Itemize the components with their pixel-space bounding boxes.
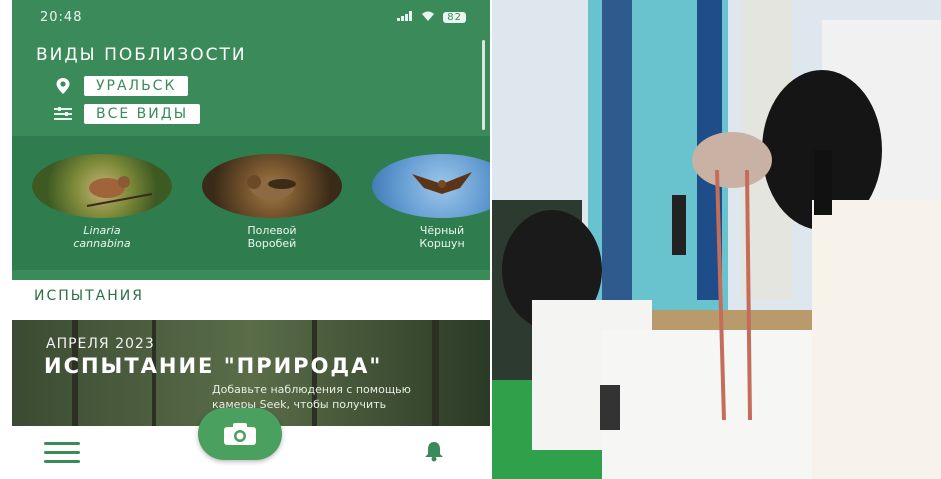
species-label-sparrow: Полевой Воробей xyxy=(202,224,342,250)
phone-screenshot: 20:48 82 ВИДЫ ПОБЛИЗОСТИ УРАЛЬСК ВСЕ ВИД… xyxy=(12,0,490,479)
status-icons: 82 xyxy=(397,10,466,25)
menu-button[interactable] xyxy=(44,442,80,469)
species-name-line2: cannabina xyxy=(73,237,131,250)
challenge-date: АПРЕЛЯ 2023 xyxy=(46,336,155,352)
camera-icon xyxy=(224,423,256,445)
location-row[interactable]: УРАЛЬСК xyxy=(54,76,189,96)
bird-icon xyxy=(412,172,472,194)
signal-icon xyxy=(397,10,413,25)
bird-icon xyxy=(247,175,296,199)
species-name-line2: Воробей xyxy=(247,237,297,250)
scrollbar[interactable] xyxy=(482,40,485,130)
species-label-kite: Чёрный Коршун xyxy=(372,224,490,250)
bird-icon xyxy=(86,176,153,207)
status-time: 20:48 xyxy=(40,10,83,25)
header-panel: 20:48 82 ВИДЫ ПОБЛИЗОСТИ УРАЛЬСК ВСЕ ВИД… xyxy=(12,0,490,280)
species-carousel[interactable]: Linaria cannabina Полевой Воробей Чёрный… xyxy=(12,136,490,270)
location-pin-icon xyxy=(54,77,72,95)
filter-row[interactable]: ВСЕ ВИДЫ xyxy=(54,104,201,124)
species-name-line1: Чёрный xyxy=(419,224,465,237)
camera-button[interactable] xyxy=(198,408,282,460)
challenge-title: ИСПЫТАНИЕ "ПРИРОДА" xyxy=(44,354,383,378)
battery-icon: 82 xyxy=(443,12,466,23)
status-bar: 20:48 82 xyxy=(30,8,472,28)
species-card-sparrow[interactable] xyxy=(202,154,342,218)
filter-icon xyxy=(54,105,72,123)
trials-heading: ИСПЫТАНИЯ xyxy=(34,288,144,304)
species-filter-button[interactable]: ВСЕ ВИДЫ xyxy=(84,104,201,124)
classroom-photo-illustration xyxy=(492,0,941,479)
species-card-linaria[interactable] xyxy=(32,154,172,218)
bottom-nav xyxy=(12,408,490,479)
notifications-button[interactable] xyxy=(424,440,444,466)
species-card-kite[interactable] xyxy=(372,154,490,218)
species-name-line2: Коршун xyxy=(419,237,465,250)
bell-icon xyxy=(425,442,443,462)
wifi-icon xyxy=(421,10,435,25)
classroom-photo xyxy=(492,0,941,479)
hamburger-icon xyxy=(44,442,80,445)
tree-decoration xyxy=(432,320,439,430)
page-title: ВИДЫ ПОБЛИЗОСТИ xyxy=(36,45,247,65)
location-button[interactable]: УРАЛЬСК xyxy=(84,76,189,96)
species-name-line1: Linaria xyxy=(83,224,121,237)
species-label-linaria: Linaria cannabina xyxy=(32,224,172,250)
species-name-line1: Полевой xyxy=(247,224,297,237)
